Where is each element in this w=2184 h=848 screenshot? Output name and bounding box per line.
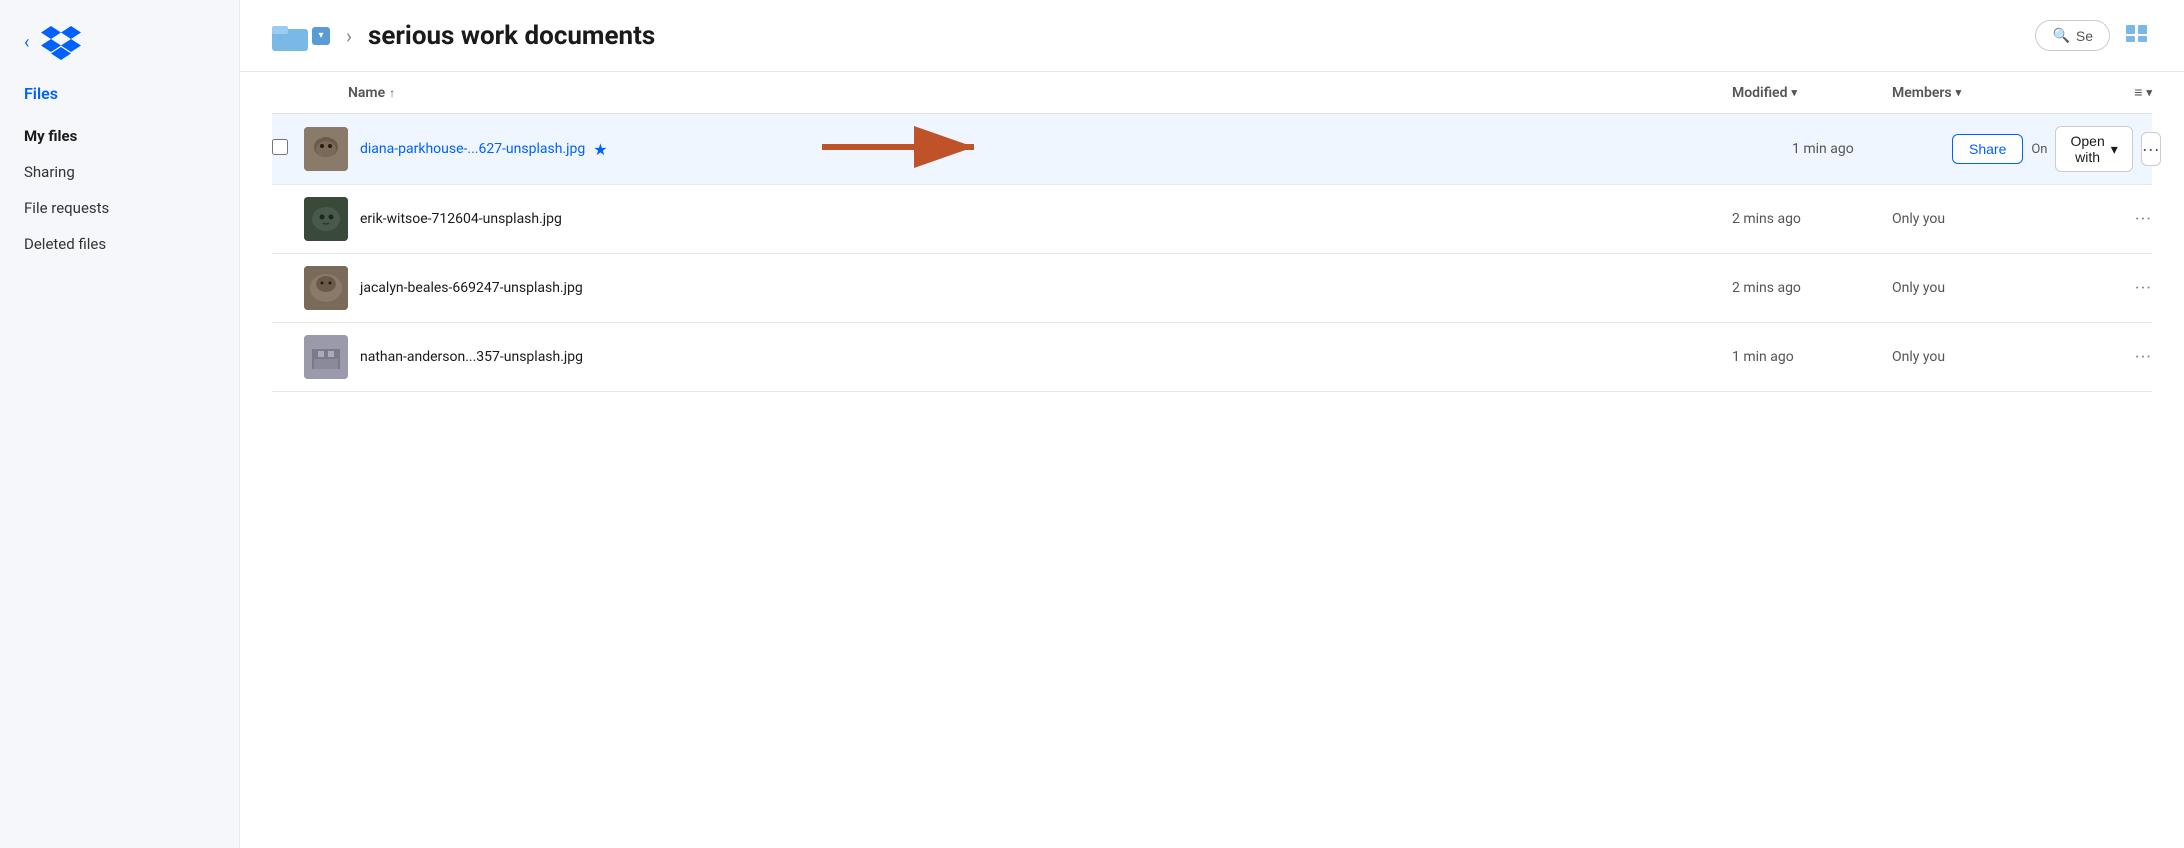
file-modified-1: 1 min ago	[1792, 141, 1952, 157]
file-thumbnail-4	[304, 335, 348, 379]
file-checkbox-1[interactable]	[272, 139, 304, 159]
file-list-container: Name ↑ Modified ▾ Members ▾ ≡ ▾	[240, 72, 2184, 848]
on-label: On	[2031, 142, 2047, 157]
col-header-members[interactable]: Members ▾	[1892, 85, 2092, 101]
main-content: ▾ › serious work documents 🔍 Se	[240, 0, 2184, 848]
sidebar-header: ‹	[0, 24, 239, 84]
more-options-button-1[interactable]: ···	[2141, 132, 2161, 166]
sidebar: ‹ Files My files Sharing File requests D…	[0, 0, 240, 848]
header: ▾ › serious work documents 🔍 Se	[240, 0, 2184, 72]
more-options-button-3[interactable]: ···	[2135, 278, 2152, 299]
ellipsis-icon-1: ···	[2142, 139, 2160, 160]
file-name-col-4: nathan-anderson...357-unsplash.jpg	[360, 349, 1732, 365]
table-row[interactable]: erik-witsoe-712604-unsplash.jpg 2 mins a…	[272, 185, 2152, 254]
dropbox-logo	[41, 24, 81, 60]
grid-view-icon	[2126, 25, 2148, 43]
collapse-icon[interactable]: ‹	[24, 32, 29, 53]
search-icon: 🔍	[2052, 27, 2069, 44]
file-modified-3: 2 mins ago	[1732, 280, 1892, 296]
share-button[interactable]: Share	[1952, 134, 2023, 164]
view-toggle-button[interactable]	[2122, 21, 2152, 50]
file-list-header: Name ↑ Modified ▾ Members ▾ ≡ ▾	[272, 72, 2152, 114]
table-row[interactable]: diana-parkhouse-...627-unsplash.jpg ★ 1 …	[272, 114, 2152, 185]
file-modified-2: 2 mins ago	[1732, 211, 1892, 227]
more-options-button-2[interactable]: ···	[2135, 209, 2152, 230]
file-name-2: erik-witsoe-712604-unsplash.jpg	[360, 211, 562, 227]
open-with-dropdown-arrow: ▾	[2111, 141, 2118, 158]
highlighted-actions: Share On Open with ▾ ···	[1952, 126, 2152, 172]
file-members-1: Share On Open with ▾ ···	[1952, 126, 2152, 172]
file-name-4: nathan-anderson...357-unsplash.jpg	[360, 349, 583, 365]
file-name-1[interactable]: diana-parkhouse-...627-unsplash.jpg	[360, 141, 585, 157]
modified-dropdown-arrow: ▾	[1791, 86, 1797, 99]
more-options-button-4[interactable]: ···	[2135, 347, 2152, 368]
file-checkbox-3[interactable]	[272, 278, 304, 298]
sidebar-nav: My files Sharing File requests Deleted f…	[0, 119, 239, 261]
folder-icon	[272, 21, 308, 51]
file-modified-4: 1 min ago	[1732, 349, 1892, 365]
name-sort-arrow: ↑	[389, 86, 395, 100]
file-name-3: jacalyn-beales-669247-unsplash.jpg	[360, 280, 583, 296]
file-members-4: Only you	[1892, 349, 2092, 365]
open-with-button[interactable]: Open with ▾	[2055, 126, 2132, 172]
header-actions: 🔍 Se	[2035, 20, 2152, 51]
star-icon-1[interactable]: ★	[593, 140, 607, 159]
search-button[interactable]: 🔍 Se	[2035, 20, 2110, 51]
files-section-title: Files	[0, 84, 239, 119]
sidebar-item-sharing[interactable]: Sharing	[0, 155, 239, 189]
file-name-col-2: erik-witsoe-712604-unsplash.jpg	[360, 211, 1732, 227]
file-actions-col-3: ···	[2092, 278, 2152, 299]
file-thumbnail-2	[304, 197, 348, 241]
table-row[interactable]: nathan-anderson...357-unsplash.jpg 1 min…	[272, 323, 2152, 392]
folder-dropdown-button[interactable]: ▾	[312, 27, 330, 45]
file-thumbnail-1	[304, 127, 348, 171]
file-members-3: Only you	[1892, 280, 2092, 296]
file-name-col-1: diana-parkhouse-...627-unsplash.jpg ★	[360, 140, 1792, 159]
file-checkbox-2[interactable]	[272, 209, 304, 229]
sidebar-item-file-requests[interactable]: File requests	[0, 191, 239, 225]
file-actions-col-4: ···	[2092, 347, 2152, 368]
file-checkbox-4[interactable]	[272, 347, 304, 367]
breadcrumb-separator: ›	[346, 24, 352, 48]
file-actions-col-2: ···	[2092, 209, 2152, 230]
list-view-icon: ≡	[2134, 84, 2142, 101]
col-header-modified[interactable]: Modified ▾	[1732, 85, 1892, 101]
col-header-actions[interactable]: ≡ ▾	[2092, 84, 2152, 101]
col-header-name[interactable]: Name ↑	[348, 85, 1732, 101]
file-thumbnail-3	[304, 266, 348, 310]
folder-title: serious work documents	[368, 21, 655, 51]
folder-icon-wrapper: ▾	[272, 21, 330, 51]
table-row[interactable]: jacalyn-beales-669247-unsplash.jpg 2 min…	[272, 254, 2152, 323]
sidebar-item-deleted-files[interactable]: Deleted files	[0, 227, 239, 261]
search-label: Se	[2076, 28, 2093, 44]
file-members-2: Only you	[1892, 211, 2092, 227]
members-dropdown-arrow: ▾	[1956, 86, 1962, 99]
file-name-col-3: jacalyn-beales-669247-unsplash.jpg	[360, 280, 1732, 296]
sidebar-item-my-files[interactable]: My files	[0, 119, 239, 153]
